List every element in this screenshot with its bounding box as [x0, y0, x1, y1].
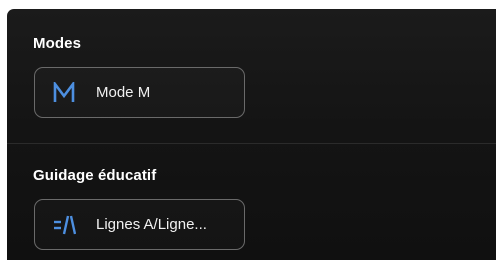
- section-divider: [7, 143, 496, 144]
- modes-section-title: Modes: [33, 35, 82, 52]
- guidage-section-title: Guidage éducatif: [33, 167, 157, 184]
- mode-m-button[interactable]: Mode M: [34, 67, 245, 118]
- settings-panel: Modes Mode M Guidage éducatif Lignes A/L…: [7, 9, 496, 260]
- mode-m-label: Mode M: [96, 84, 151, 101]
- lane-lines-button[interactable]: Lignes A/Ligne...: [34, 199, 245, 250]
- letter-m-icon: [52, 81, 76, 105]
- lane-lines-label: Lignes A/Ligne...: [96, 216, 207, 233]
- lane-lines-icon: [52, 213, 76, 237]
